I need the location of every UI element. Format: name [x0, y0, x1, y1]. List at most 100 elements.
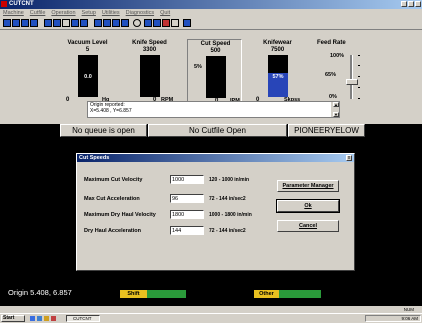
vacuum-label: Vacuum Level	[67, 40, 108, 46]
shift-label: Shift	[120, 290, 147, 298]
cut-velocity-label: Maximum Cut Velocity	[84, 177, 143, 183]
ok-label: Ok	[304, 203, 312, 209]
knife-speed-value: 3300	[142, 47, 157, 53]
tool-button-17[interactable]	[171, 19, 179, 27]
desktop-icon[interactable]	[30, 316, 35, 321]
dry-haul-velocity-input[interactable]	[170, 210, 204, 219]
feed-rate-min: 0%	[329, 94, 337, 100]
parameter-manager-button[interactable]: Parameter Manager	[277, 180, 339, 192]
parameter-manager-label: Parameter Manager	[282, 183, 334, 189]
dry-haul-acceleration-range: 72 - 144 in/sec2	[209, 228, 246, 234]
knifewear-value: 7500	[270, 47, 285, 53]
cut-acceleration-input[interactable]	[170, 194, 204, 203]
tool-button-1[interactable]	[3, 19, 11, 27]
menu-machine[interactable]: Machine	[3, 9, 24, 17]
cut-speed-gauge: Cut Speed 500 5% 0 IPM	[187, 39, 242, 104]
dialog-close-button[interactable]: x	[346, 155, 352, 161]
other-label: Other	[254, 290, 279, 298]
cut-speed-bar	[206, 56, 226, 98]
tool-button-11[interactable]	[103, 19, 111, 27]
dry-haul-velocity-range: 1000 - 1800 in/min	[209, 212, 252, 218]
menu-utilities[interactable]: Utilities	[102, 9, 120, 17]
menu-operation[interactable]: Operation	[51, 9, 75, 17]
tool-button-10[interactable]	[94, 19, 102, 27]
gear-icon[interactable]	[133, 19, 141, 27]
browser-icon[interactable]	[37, 316, 42, 321]
setup-status[interactable]: PIONEERYELOW Setup	[288, 124, 365, 146]
tool-button-4[interactable]	[30, 19, 38, 27]
taskbar: Start CUTCNT 9:06 AM	[0, 313, 422, 323]
cancel-button[interactable]: Cancel	[277, 220, 339, 232]
minimize-icon[interactable]	[401, 1, 407, 7]
queue-status: No queue is open	[60, 124, 147, 137]
cut-velocity-range: 120 - 1000 in/min	[209, 177, 250, 183]
dialog-title: Cut Speeds	[77, 154, 354, 162]
slider-tick	[358, 55, 360, 56]
dry-haul-acceleration-input[interactable]	[170, 226, 204, 235]
cutfile-status: No Cutfile Open	[148, 124, 287, 137]
folder-icon[interactable]	[44, 316, 49, 321]
vacuum-reading: 0.0	[84, 74, 92, 80]
cut-speeds-dialog: Cut Speeds x Maximum Cut Velocity 120 - …	[76, 153, 355, 271]
dry-haul-acceleration-label: Dry Haul Acceleration	[84, 228, 141, 234]
taskbar-item-cutcnt[interactable]: CUTCNT	[66, 315, 100, 322]
slider-tick	[358, 87, 360, 88]
cut-acceleration-range: 72 - 144 in/sec2	[209, 196, 246, 202]
tool-button-7[interactable]	[62, 19, 70, 27]
cancel-label: Cancel	[298, 223, 318, 229]
slider-tick	[358, 98, 360, 99]
system-tray: 9:06 AM	[365, 315, 421, 322]
slider-tick	[358, 76, 360, 77]
shift-status	[147, 290, 186, 298]
tool-button-3[interactable]	[21, 19, 29, 27]
tool-button-6[interactable]	[53, 19, 61, 27]
status-strip: NUM	[0, 306, 422, 313]
cut-speed-label: Cut Speed	[200, 41, 231, 47]
save-icon[interactable]	[183, 19, 191, 27]
tool-button-14[interactable]	[144, 19, 152, 27]
origin-readout: Origin 5.408, 6.857	[8, 288, 72, 297]
tool-button-5[interactable]	[44, 19, 52, 27]
tool-button-2[interactable]	[12, 19, 20, 27]
scroll-down-icon[interactable]: ▼	[333, 112, 339, 117]
tool-button-15[interactable]	[153, 19, 161, 27]
title-bar: CUTCNT	[0, 0, 422, 9]
ok-button[interactable]: Ok	[276, 199, 340, 213]
feed-rate-control: Feed Rate 100% 65% 0%	[310, 39, 410, 102]
menu-diagnostics[interactable]: Diagnostics	[126, 9, 154, 17]
tool-button-9[interactable]	[80, 19, 88, 27]
start-button[interactable]: Start	[1, 315, 25, 322]
clock: 9:06 AM	[401, 316, 418, 321]
message-line: X=5.408 , Y=6.857	[90, 108, 132, 114]
feed-rate-mid: 65%	[325, 72, 337, 78]
tool-button-16[interactable]	[162, 19, 170, 27]
dry-haul-velocity-label: Maximum Dry Haul Velocity	[84, 212, 156, 218]
vacuum-gauge: Vacuum Level 5 0.0 0 Hg	[60, 39, 115, 103]
other-status	[279, 290, 321, 298]
cut-velocity-input[interactable]	[170, 175, 204, 184]
message-scrollbar[interactable]: ▲ ▼	[331, 102, 339, 117]
menu-bar: Machine Cutfile Operation Setup Utilitie…	[0, 9, 422, 17]
tool-button-12[interactable]	[112, 19, 120, 27]
maximize-icon[interactable]	[408, 1, 414, 7]
cut-acceleration-label: Max Cut Acceleration	[84, 196, 140, 202]
feed-rate-label: Feed Rate	[317, 40, 346, 46]
app-quicklaunch-icon[interactable]	[51, 316, 56, 321]
knifewear-bar: 57%	[268, 55, 288, 97]
toolbar	[0, 17, 422, 30]
knifewear-label: Knifewear	[263, 40, 292, 46]
menu-quit[interactable]: Quit	[160, 9, 170, 17]
knife-speed-bar	[140, 55, 160, 97]
feed-rate-track[interactable]	[350, 55, 353, 99]
num-lock-indicator: NUM	[403, 307, 414, 312]
close-icon[interactable]	[415, 1, 421, 7]
tool-button-13[interactable]	[121, 19, 129, 27]
menu-cutfile[interactable]: Cutfile	[30, 9, 46, 17]
feed-rate-slider[interactable]	[346, 79, 358, 85]
menu-setup[interactable]: Setup	[82, 9, 96, 17]
tool-button-8[interactable]	[71, 19, 79, 27]
knife-speed-label: Knife Speed	[132, 40, 167, 46]
window-controls	[401, 1, 421, 7]
message-log[interactable]: Origin reported: X=5.408 , Y=6.857 ▲ ▼	[87, 101, 340, 118]
cut-speed-percent: 5%	[194, 64, 202, 70]
